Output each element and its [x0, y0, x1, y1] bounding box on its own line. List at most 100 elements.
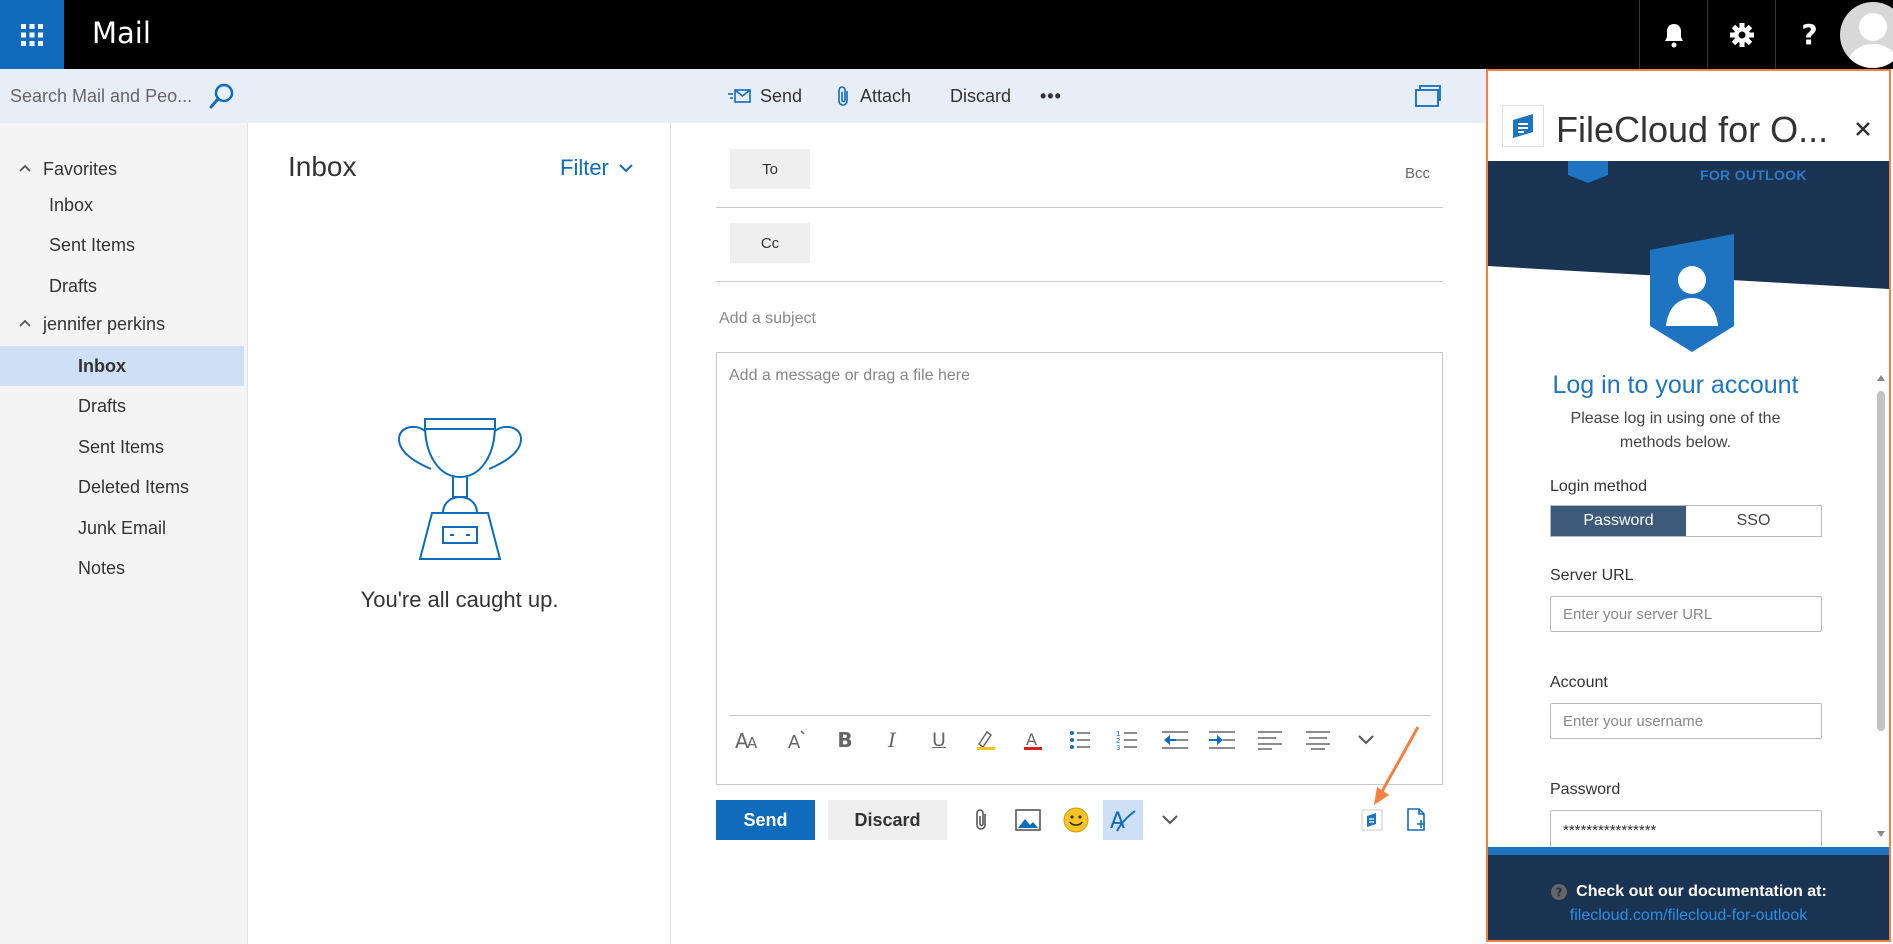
compose-toolbar: Send Attach Discard •••	[248, 69, 1486, 123]
to-field-line	[716, 207, 1443, 208]
folder-item-inbox[interactable]: Inbox	[0, 346, 244, 386]
inbox-title: Inbox	[288, 151, 357, 182]
documentation-link[interactable]: filecloud.com/filecloud-for-outlook	[1488, 907, 1889, 925]
annotation-arrow	[1370, 725, 1422, 807]
account-label: jennifer perkins	[43, 313, 166, 334]
svg-text:?: ?	[1556, 886, 1563, 900]
message-body-box: AA A B I U A 123	[716, 352, 1443, 785]
server-url-input[interactable]	[1550, 596, 1822, 632]
search-box	[0, 69, 248, 123]
popout-button[interactable]	[1414, 69, 1450, 123]
search-icon[interactable]	[208, 82, 236, 110]
picture-icon[interactable]	[1008, 800, 1048, 840]
underline-icon[interactable]: U	[921, 721, 957, 759]
editor-icon[interactable]: A	[1103, 800, 1143, 840]
avatar[interactable]	[1840, 2, 1893, 68]
decrease-indent-icon[interactable]	[1157, 721, 1193, 759]
help-circle-icon: ?	[1551, 884, 1568, 900]
folder-item-sent-items[interactable]: Sent Items	[0, 427, 244, 467]
filecloud-brand-tag: FOR OUTLOOK	[1700, 167, 1807, 183]
bell-icon[interactable]	[1639, 0, 1707, 69]
chevron-up-icon	[19, 319, 31, 327]
login-method-label: Login method	[1550, 478, 1647, 495]
svg-text:A: A	[1026, 730, 1037, 749]
empty-state-message: You're all caught up.	[360, 587, 559, 612]
numbering-icon[interactable]: 123	[1109, 721, 1145, 759]
sso-method-button[interactable]: SSO	[1686, 506, 1821, 536]
chevron-down-icon	[619, 164, 633, 173]
popout-icon	[1415, 85, 1441, 107]
svg-text:3: 3	[1116, 744, 1120, 750]
folder-pane: Favorites Inbox Sent Items Drafts jennif…	[0, 69, 248, 944]
favorites-item-inbox[interactable]: Inbox	[0, 185, 244, 225]
discard-button[interactable]: Discard	[828, 800, 947, 840]
align-left-icon[interactable]	[1252, 721, 1288, 759]
format-divider	[729, 715, 1431, 716]
more-options-button[interactable]: •••	[1040, 69, 1062, 123]
filecloud-title: FileCloud for O...	[1556, 109, 1829, 150]
filecloud-panel: FileCloud for O... FOR OUTLOOK Log in to…	[1486, 69, 1891, 942]
favorites-header[interactable]: Favorites	[0, 151, 248, 187]
filter-button[interactable]: Filter	[560, 155, 633, 181]
send-icon	[728, 89, 751, 103]
emoji-icon[interactable]	[1056, 800, 1096, 840]
help-icon[interactable]: ?	[1775, 0, 1843, 69]
align-center-icon[interactable]	[1300, 721, 1336, 759]
increase-indent-icon[interactable]	[1204, 721, 1240, 759]
chevron-up-icon	[19, 164, 31, 172]
folder-item-junk-email[interactable]: Junk Email	[0, 508, 244, 548]
favorites-item-drafts[interactable]: Drafts	[0, 266, 244, 306]
more-options-chevron-icon[interactable]	[1150, 800, 1190, 840]
svg-text:A: A	[747, 734, 758, 751]
password-method-button[interactable]: Password	[1551, 506, 1686, 536]
filecloud-footer: ? Check out our documentation at: filecl…	[1488, 847, 1889, 940]
waffle-icon[interactable]	[0, 0, 64, 69]
highlight-icon[interactable]	[968, 721, 1004, 759]
send-button[interactable]: Send	[716, 800, 815, 840]
message-list-pane: Inbox Filter You're all caught up.	[248, 123, 671, 944]
top-bar: Mail ?	[0, 0, 1893, 69]
bullets-icon[interactable]	[1062, 721, 1098, 759]
toolbar-send-button[interactable]: Send	[728, 69, 802, 123]
documentation-text: ? Check out our documentation at:	[1488, 883, 1889, 901]
message-body-input[interactable]	[729, 367, 1429, 717]
server-url-label: Server URL	[1550, 567, 1634, 584]
bcc-link[interactable]: Bcc	[1405, 165, 1430, 182]
font-color-icon[interactable]: A	[1015, 721, 1051, 759]
account-label: Account	[1550, 674, 1608, 691]
gear-icon[interactable]	[1707, 0, 1775, 69]
svg-text:A: A	[788, 732, 801, 751]
bold-icon[interactable]: B	[827, 721, 863, 759]
app-title: Mail	[92, 16, 151, 50]
font-size-icon[interactable]: AA	[731, 721, 767, 759]
paperclip-icon[interactable]	[962, 800, 1002, 840]
cc-field-line	[716, 281, 1443, 282]
cc-button[interactable]: Cc	[730, 223, 810, 263]
trophy-icon	[398, 413, 522, 561]
search-input[interactable]	[10, 81, 205, 111]
to-button[interactable]: To	[730, 149, 810, 189]
panel-scrollbar-thumb[interactable]	[1877, 391, 1885, 731]
folder-item-notes[interactable]: Notes	[0, 548, 244, 588]
login-method-toggle: Password SSO	[1550, 505, 1822, 537]
toolbar-attach-button[interactable]: Attach	[836, 69, 911, 123]
folder-item-deleted-items[interactable]: Deleted Items	[0, 467, 244, 507]
filecloud-logo-icon	[1502, 105, 1544, 147]
account-header[interactable]: jennifer perkins	[0, 306, 248, 342]
favorites-label: Favorites	[43, 158, 118, 179]
favorites-item-sent-items[interactable]: Sent Items	[0, 225, 244, 265]
login-title: Log in to your account	[1552, 371, 1799, 399]
password-input[interactable]	[1550, 810, 1822, 850]
filecloud-header: FileCloud for O...	[1488, 71, 1889, 161]
toolbar-discard-button[interactable]: Discard	[950, 69, 1011, 123]
subject-input[interactable]	[719, 302, 1439, 336]
login-subtitle: Please log in using one of the methods b…	[1570, 410, 1781, 451]
user-shield-icon	[1648, 234, 1736, 352]
password-label: Password	[1550, 781, 1621, 798]
account-input[interactable]	[1550, 703, 1822, 739]
grow-font-icon[interactable]: A	[779, 721, 815, 759]
close-icon[interactable]	[1852, 118, 1874, 140]
paperclip-icon	[838, 86, 848, 106]
folder-item-drafts[interactable]: Drafts	[0, 386, 244, 426]
italic-icon[interactable]: I	[874, 721, 910, 759]
